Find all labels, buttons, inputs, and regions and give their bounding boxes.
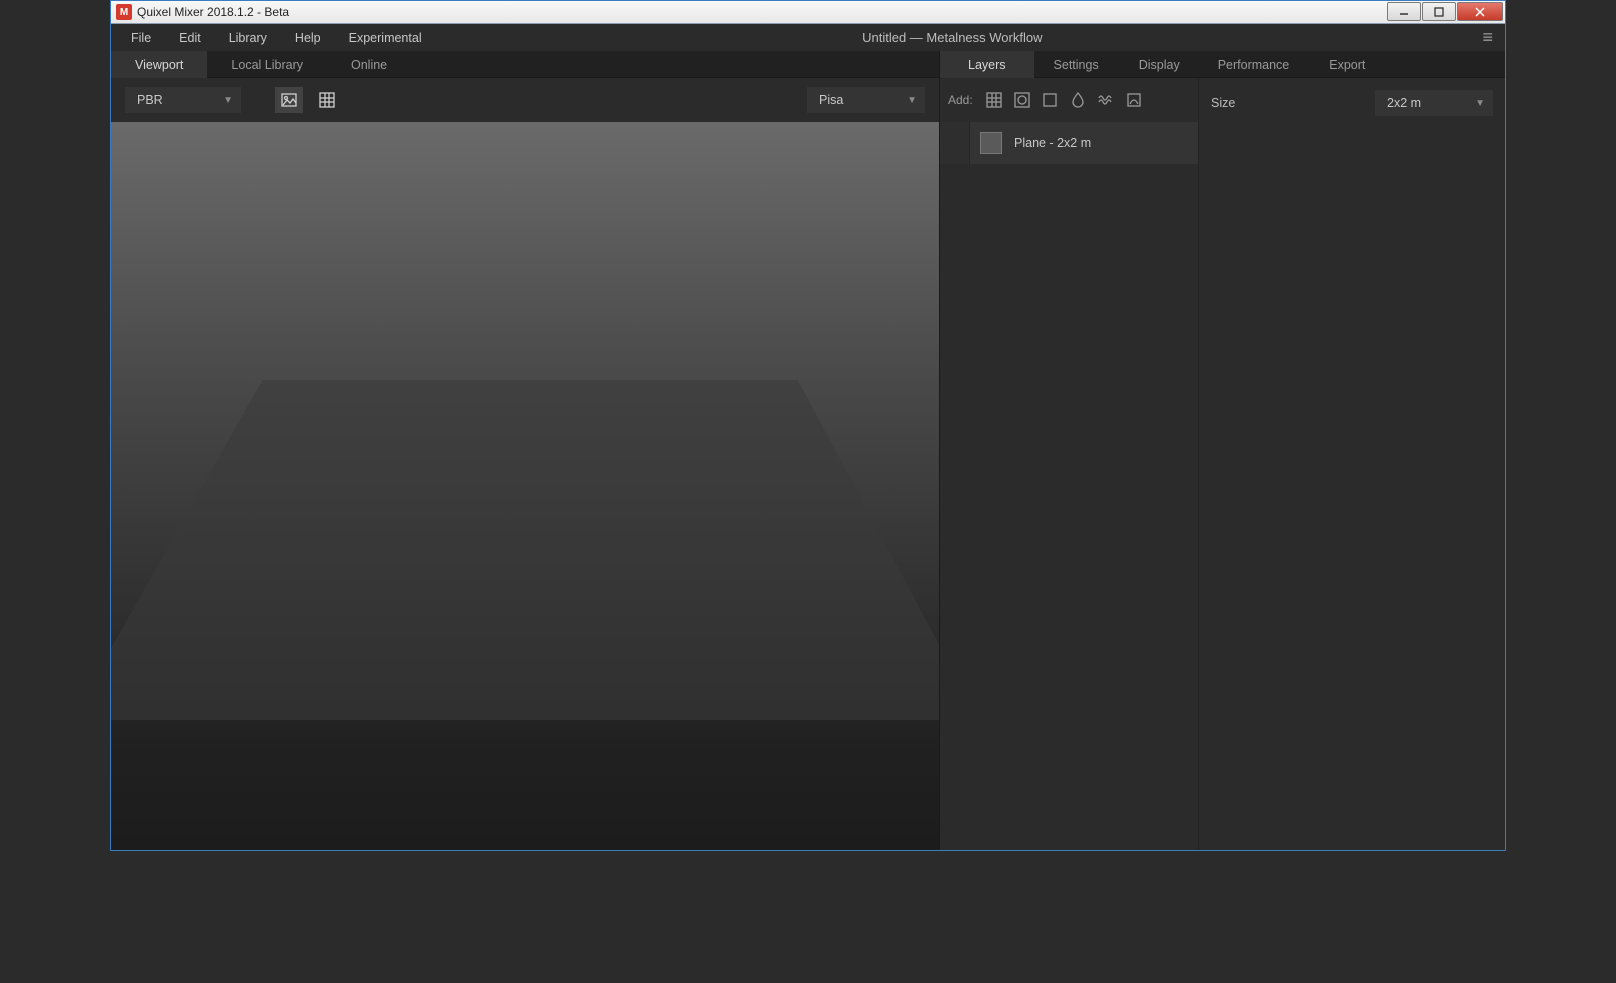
left-column: PBR ▼ Pisa ▼ (111, 78, 939, 850)
layer-handle[interactable] (940, 122, 970, 164)
layer-name: Plane - 2x2 m (1014, 136, 1091, 150)
document-title: Untitled — Metalness Workflow (436, 30, 1469, 45)
chevron-down-icon: ▼ (223, 95, 233, 106)
layers-add-bar: Add: (940, 78, 1198, 122)
tab-local-library[interactable]: Local Library (207, 51, 327, 78)
viewport-3d[interactable] (111, 122, 939, 850)
minimize-button[interactable] (1387, 2, 1421, 21)
layers-list: Plane - 2x2 m (940, 122, 1198, 850)
menubar: File Edit Library Help Experimental Unti… (111, 24, 1505, 51)
app-window: M Quixel Mixer 2018.1.2 - Beta File Edit… (110, 0, 1506, 851)
add-paint-icon[interactable] (1121, 87, 1147, 113)
content: PBR ▼ Pisa ▼ (111, 78, 1505, 850)
shading-mode-dropdown[interactable]: PBR ▼ (125, 87, 241, 113)
add-label: Add: (948, 93, 973, 107)
maximize-button[interactable] (1422, 2, 1456, 21)
add-noise-icon[interactable] (1093, 87, 1119, 113)
add-liquid-icon[interactable] (1065, 87, 1091, 113)
tab-online[interactable]: Online (327, 51, 411, 78)
menu-file[interactable]: File (117, 24, 165, 51)
layer-item[interactable]: Plane - 2x2 m (970, 122, 1198, 164)
ground-plane (111, 380, 939, 720)
properties-panel: Size 2x2 m ▼ (1198, 78, 1505, 850)
right-column: Add: Plane - 2x2 m (939, 78, 1505, 850)
layers-panel: Add: Plane - 2x2 m (939, 78, 1198, 850)
view-mode-grid-button[interactable] (313, 87, 341, 113)
close-button[interactable] (1457, 2, 1503, 21)
shading-mode-value: PBR (137, 93, 163, 107)
tab-performance[interactable]: Performance (1200, 51, 1308, 78)
environment-value: Pisa (819, 93, 843, 107)
tab-viewport[interactable]: Viewport (111, 51, 207, 78)
menu-edit[interactable]: Edit (165, 24, 215, 51)
add-decal-icon[interactable] (1009, 87, 1035, 113)
prop-size-value: 2x2 m (1387, 96, 1421, 110)
menu-help[interactable]: Help (281, 24, 335, 51)
tab-display[interactable]: Display (1119, 51, 1200, 78)
tab-layers[interactable]: Layers (940, 51, 1034, 78)
tab-settings[interactable]: Settings (1034, 51, 1119, 78)
chevron-down-icon: ▼ (907, 95, 917, 106)
menu-experimental[interactable]: Experimental (335, 24, 436, 51)
environment-dropdown[interactable]: Pisa ▼ (807, 87, 925, 113)
prop-size-row: Size 2x2 m ▼ (1211, 90, 1493, 116)
settings-icon[interactable]: ≡ (1469, 27, 1499, 48)
window-title: Quixel Mixer 2018.1.2 - Beta (137, 5, 289, 19)
tab-row: Viewport Local Library Online Layers Set… (111, 51, 1505, 78)
view-mode-image-button[interactable] (275, 87, 303, 113)
chevron-down-icon: ▼ (1475, 98, 1485, 109)
add-solid-icon[interactable] (1037, 87, 1063, 113)
tab-export[interactable]: Export (1307, 51, 1387, 78)
titlebar[interactable]: M Quixel Mixer 2018.1.2 - Beta (111, 1, 1505, 24)
prop-size-label: Size (1211, 96, 1235, 110)
menu-library[interactable]: Library (215, 24, 281, 51)
viewport-toolbar: PBR ▼ Pisa ▼ (111, 78, 939, 122)
app-icon: M (116, 4, 132, 20)
layer-row[interactable]: Plane - 2x2 m (940, 122, 1198, 164)
prop-size-dropdown[interactable]: 2x2 m ▼ (1375, 90, 1493, 116)
add-surface-icon[interactable] (981, 87, 1007, 113)
layer-thumb (980, 132, 1002, 154)
